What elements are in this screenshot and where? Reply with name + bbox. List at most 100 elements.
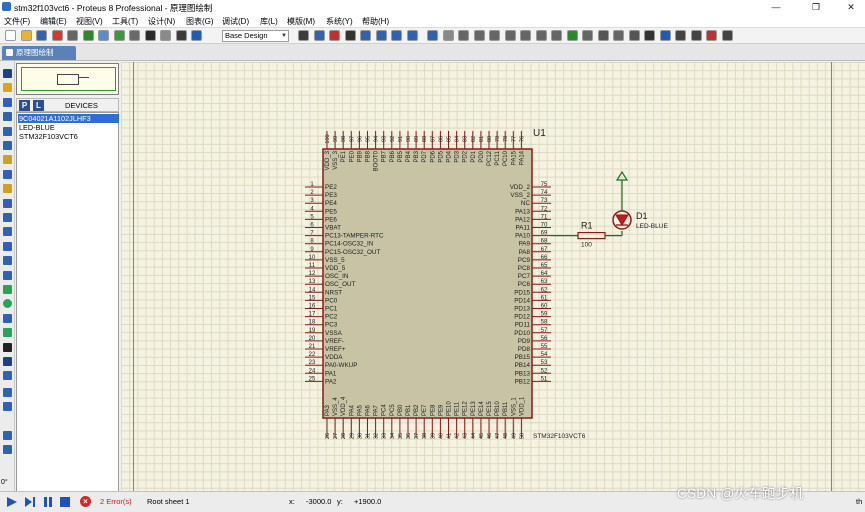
probe-icon[interactable] <box>3 241 12 251</box>
maximize-button[interactable]: ❐ <box>803 1 829 13</box>
undo-icon[interactable] <box>427 30 438 41</box>
block-rotate-icon[interactable] <box>535 30 547 41</box>
annotate-icon[interactable] <box>721 30 733 41</box>
arc-icon[interactable] <box>3 313 12 323</box>
text-script-icon[interactable] <box>3 126 12 136</box>
terminal-icon[interactable] <box>3 169 12 179</box>
flip-h-icon[interactable] <box>3 431 12 440</box>
menu-item-9[interactable]: 系统(Y) <box>326 16 353 27</box>
packaging-icon[interactable] <box>597 30 609 41</box>
minimize-button[interactable]: — <box>763 1 789 13</box>
device-list-item[interactable]: 9C04021A1102JLHF3 <box>18 114 119 123</box>
new-sheet-icon[interactable] <box>675 30 686 41</box>
play-icon[interactable] <box>6 496 18 508</box>
remove-sheet-icon[interactable] <box>690 30 702 41</box>
save-icon[interactable] <box>36 30 47 41</box>
pin-name: PD11 <box>515 322 531 329</box>
home-icon[interactable] <box>82 30 94 41</box>
marker-icon[interactable] <box>3 371 12 381</box>
menu-item-10[interactable]: 帮助(H) <box>362 16 389 27</box>
device-pin-icon[interactable] <box>3 184 12 194</box>
zoom-all-icon[interactable] <box>391 30 402 41</box>
help-icon[interactable] <box>191 30 202 41</box>
close-icon[interactable] <box>67 30 78 41</box>
close-window-button[interactable]: ✕ <box>838 1 864 13</box>
exit-to-parent-icon[interactable] <box>706 30 717 41</box>
gallery-icon[interactable] <box>129 30 140 41</box>
wire-autorouter-icon[interactable] <box>628 30 640 41</box>
pin-name: PA0-WKUP <box>325 362 357 369</box>
new-icon[interactable] <box>5 30 16 41</box>
block-delete-icon[interactable] <box>551 30 562 41</box>
select-icon[interactable] <box>3 69 12 78</box>
line-icon[interactable] <box>3 270 12 280</box>
wire-label-icon[interactable] <box>3 112 12 122</box>
import-icon[interactable] <box>51 30 63 41</box>
origin-icon[interactable] <box>329 30 340 41</box>
pin-name: PE3 <box>325 192 337 199</box>
menu-item-6[interactable]: 调试(D) <box>222 16 249 27</box>
menu-item-7[interactable]: 库(L) <box>260 16 278 27</box>
menu-item-0[interactable]: 文件(F) <box>4 16 30 27</box>
menu-item-5[interactable]: 图表(G) <box>186 16 214 27</box>
pick-device-button[interactable]: P <box>19 100 30 111</box>
circle-icon[interactable] <box>3 299 12 309</box>
recorder-icon[interactable] <box>3 213 12 222</box>
rotate-ccw-icon[interactable] <box>3 402 12 411</box>
tab-schematic-capture[interactable]: 原理图绘制 <box>2 46 76 60</box>
instrument-icon[interactable] <box>3 256 12 266</box>
vsm-icon[interactable] <box>175 30 187 41</box>
pause-icon[interactable] <box>42 496 54 508</box>
decompose-icon[interactable] <box>613 30 624 41</box>
junction-icon[interactable] <box>3 97 12 107</box>
zoom-area-icon[interactable] <box>406 30 418 41</box>
path-icon[interactable] <box>3 328 12 338</box>
subcircuit-icon[interactable] <box>3 155 12 165</box>
pan-icon[interactable] <box>344 30 356 41</box>
device-list-item[interactable]: LED-BLUE <box>18 123 119 132</box>
menu-item-2[interactable]: 视图(V) <box>76 16 103 27</box>
error-icon[interactable]: × <box>80 496 91 507</box>
block-copy-icon[interactable] <box>504 30 516 41</box>
text-icon[interactable] <box>3 342 12 352</box>
pcb-icon[interactable] <box>113 30 125 41</box>
menu-item-1[interactable]: 编辑(E) <box>40 16 67 27</box>
cut-icon[interactable] <box>458 30 469 41</box>
stop-icon[interactable] <box>59 496 71 508</box>
paste-icon[interactable] <box>489 30 500 41</box>
zoom-out-icon[interactable] <box>375 30 387 41</box>
grid-icon[interactable] <box>313 30 325 41</box>
menu-item-8[interactable]: 模版(M) <box>287 16 315 27</box>
bom-icon[interactable] <box>144 30 156 41</box>
flip-v-icon[interactable] <box>3 445 12 454</box>
pick-device-icon[interactable] <box>566 30 578 41</box>
search-icon[interactable] <box>644 30 655 41</box>
menu-item-3[interactable]: 工具(T) <box>112 16 138 27</box>
menu-item-4[interactable]: 设计(N) <box>148 16 175 27</box>
bus-icon[interactable] <box>3 141 12 150</box>
design-select[interactable]: Base Design ▼ <box>222 30 289 42</box>
property-tool-icon[interactable] <box>659 30 671 41</box>
rotate-cw-icon[interactable] <box>3 388 12 397</box>
error-count[interactable]: 2 Error(s) <box>100 497 132 506</box>
schematic-canvas[interactable]: U1 STM32F103VCT6 1 PE2 2 PE3 3 PE4 4 PE5 5 PE6 6 VBAT… <box>121 62 865 491</box>
make-device-icon[interactable] <box>582 30 593 41</box>
source-icon[interactable] <box>160 30 171 41</box>
component-icon[interactable] <box>3 83 12 93</box>
device-list-item[interactable]: STM32F103VCT6 <box>18 132 119 141</box>
graph-icon[interactable] <box>3 198 12 208</box>
step-icon[interactable] <box>24 496 36 508</box>
library-manager-button[interactable]: L <box>33 100 44 111</box>
open-icon[interactable] <box>20 30 32 41</box>
overview-window[interactable] <box>16 63 119 95</box>
zoom-in-icon[interactable] <box>360 30 371 41</box>
symbol-icon[interactable] <box>3 357 12 366</box>
redo-icon[interactable] <box>442 30 454 41</box>
refresh-icon[interactable] <box>298 30 309 41</box>
block-move-icon[interactable] <box>520 30 531 41</box>
box-icon[interactable] <box>3 285 12 294</box>
pin-number: 41 <box>447 433 453 439</box>
generator-icon[interactable] <box>3 227 12 237</box>
copy-icon[interactable] <box>473 30 485 41</box>
schematic-icon[interactable] <box>98 30 109 41</box>
